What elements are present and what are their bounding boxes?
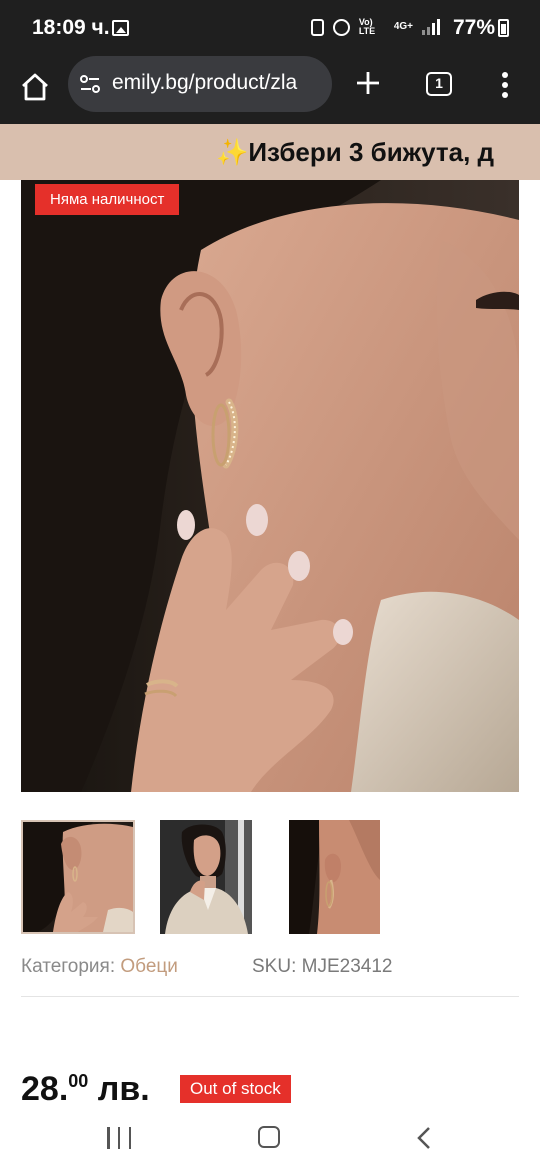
volte-icon: Vo) LTE — [358, 17, 376, 36]
price-currency: лв. — [97, 1070, 150, 1108]
4g-icon: 4G+ — [393, 21, 413, 32]
back-icon[interactable] — [413, 1126, 435, 1150]
price-main: 28. — [21, 1070, 69, 1108]
sku-label: SKU: — [252, 956, 297, 977]
url-text[interactable]: emily.bg/product/zla — [112, 71, 297, 95]
browser-toolbar: emily.bg/product/zla 1 — [0, 56, 540, 124]
status-bar: 18:09 ч. Vo) LTE 4G+ 77% — [0, 0, 540, 56]
tab-switcher-icon[interactable]: 1 — [426, 72, 452, 96]
new-tab-icon[interactable] — [353, 68, 383, 98]
battery-percent: 77% — [453, 16, 496, 39]
status-time: 18:09 ч. — [32, 16, 110, 39]
battery-saver-icon — [310, 18, 324, 36]
divider — [21, 996, 519, 997]
tab-count: 1 — [435, 75, 443, 91]
address-bar[interactable]: emily.bg/product/zla — [68, 56, 332, 112]
stock-status-badge: Out of stock — [180, 1075, 291, 1103]
product-thumbnail-2[interactable] — [160, 820, 252, 934]
sold-out-badge: Няма наличност — [35, 184, 180, 215]
product-main-image[interactable] — [21, 180, 519, 792]
site-settings-icon[interactable] — [78, 72, 102, 96]
category-link[interactable]: Обеци — [120, 956, 178, 977]
category-label: Категория: — [21, 956, 116, 977]
system-nav-bar — [0, 1112, 540, 1170]
product-sku: SKU: MJE23412 — [252, 956, 392, 978]
price-cents: 00 — [68, 1071, 89, 1091]
promo-banner-text: ✨Избери 3 бижута, д — [216, 137, 495, 167]
product-category: Категория: Обеци — [21, 956, 178, 978]
battery-icon — [498, 19, 509, 37]
alarm-icon — [332, 18, 350, 36]
recents-icon[interactable] — [107, 1127, 131, 1149]
promo-banner[interactable]: ✨Избери 3 бижута, д — [0, 124, 540, 180]
signal-icon — [422, 19, 440, 35]
more-menu-icon[interactable] — [498, 70, 512, 100]
product-thumbnail-3[interactable] — [289, 820, 380, 934]
gallery-icon — [112, 20, 129, 36]
sku-value: MJE23412 — [301, 956, 393, 977]
home-button-icon[interactable] — [258, 1126, 280, 1148]
product-thumbnail-1[interactable] — [21, 820, 135, 934]
product-price: 28.00 лв. — [21, 1070, 150, 1109]
status-icons: Vo) LTE 4G+ — [310, 17, 440, 36]
home-icon[interactable] — [18, 70, 52, 104]
